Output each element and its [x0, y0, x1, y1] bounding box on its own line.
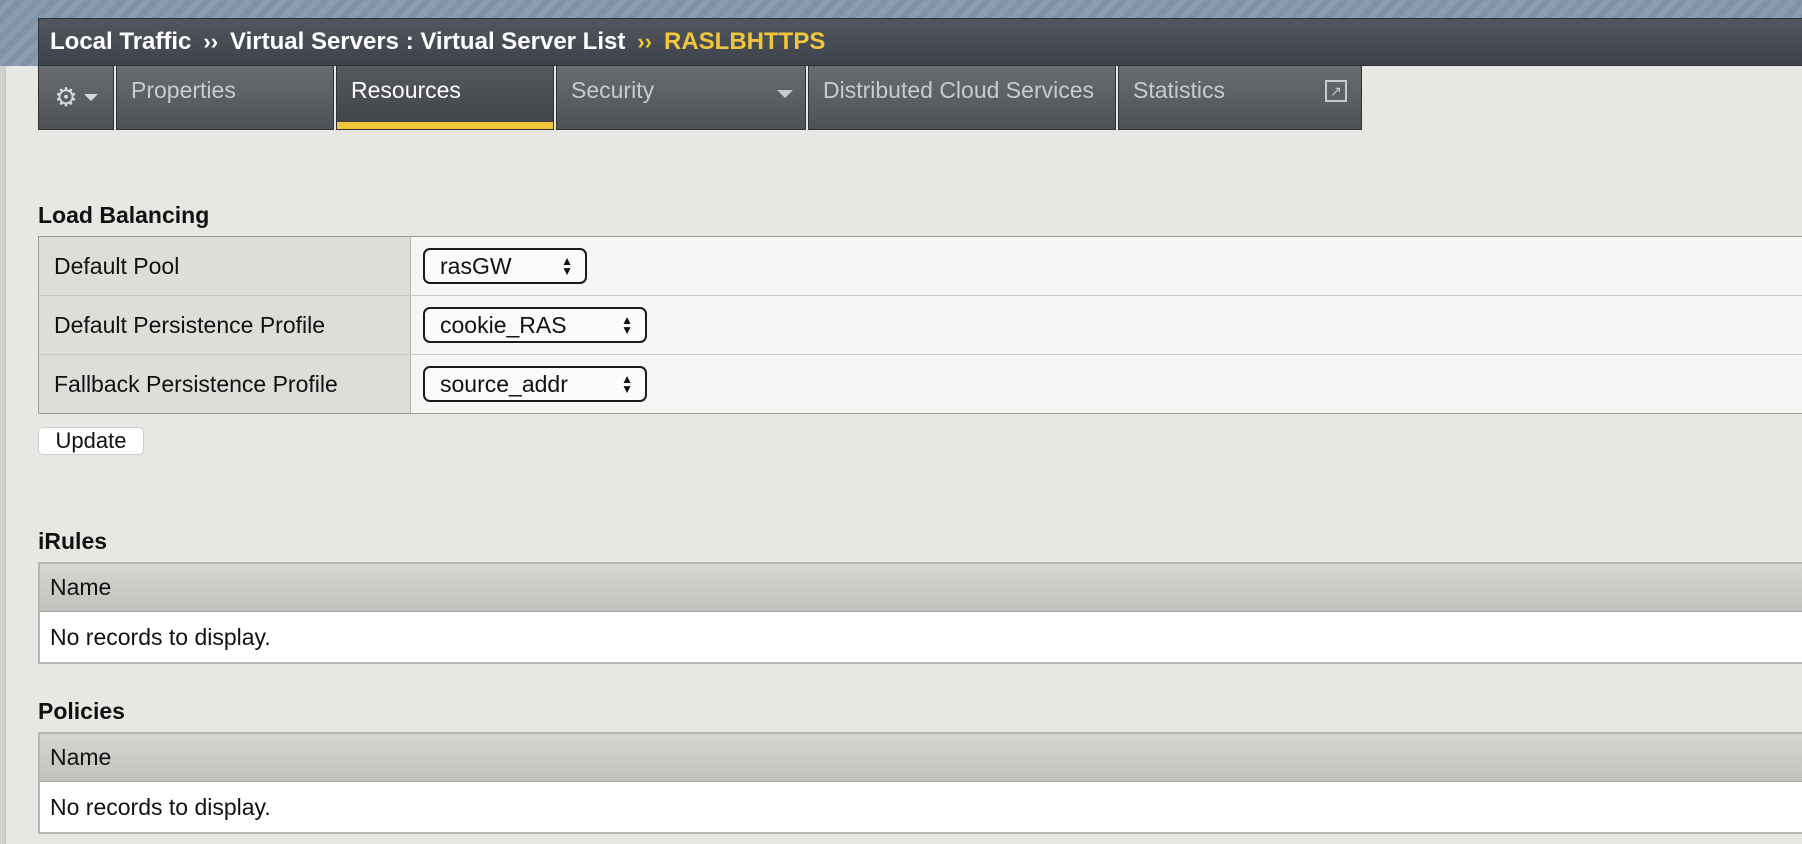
left-edge	[0, 66, 6, 844]
default-persistence-profile-label: Default Persistence Profile	[39, 296, 411, 354]
select-value: source_addr	[440, 370, 568, 397]
irules-empty-message: No records to display.	[40, 612, 1802, 662]
breadcrumb-current: RASLBHTTPS	[664, 28, 826, 55]
fallback-persistence-profile-label: Fallback Persistence Profile	[39, 355, 411, 413]
tab-label: Statistics	[1133, 77, 1226, 103]
select-value: rasGW	[440, 252, 512, 279]
table-row: Default Pool rasGW ▲ ▼	[39, 237, 1802, 296]
irules-table: Name No records to display.	[38, 562, 1802, 664]
gear-icon: ⚙	[54, 82, 78, 112]
policies-table: Name No records to display.	[38, 732, 1802, 834]
tab-label: Security	[571, 77, 655, 103]
default-persistence-profile-select[interactable]: cookie_RAS ▲ ▼	[423, 307, 647, 343]
load-balancing-heading: Load Balancing	[38, 202, 210, 228]
default-persistence-profile-cell: cookie_RAS ▲ ▼	[411, 296, 1802, 354]
policies-empty-message: No records to display.	[40, 782, 1802, 832]
tab-properties[interactable]: Properties	[116, 66, 334, 130]
external-link-icon[interactable]: ↗	[1325, 80, 1347, 102]
load-balancing-table: Default Pool rasGW ▲ ▼ Default Persistenc…	[38, 236, 1802, 414]
updown-arrows-icon: ▲ ▼	[621, 372, 633, 396]
updown-arrows-icon: ▲ ▼	[561, 254, 573, 278]
fallback-persistence-profile-cell: source_addr ▲ ▼	[411, 355, 1802, 413]
tab-gear-menu[interactable]: ⚙	[38, 66, 114, 130]
update-button[interactable]: Update	[38, 427, 144, 455]
policies-name-column-header[interactable]: Name	[40, 734, 1802, 782]
breadcrumb-separator: ››	[203, 29, 219, 54]
irules-heading: iRules	[38, 528, 108, 554]
default-pool-cell: rasGW ▲ ▼	[411, 237, 1802, 295]
chevron-down-icon	[83, 94, 98, 101]
tab-bar: ⚙ Properties Resources Security Distribu…	[38, 66, 1362, 130]
tab-label: Properties	[131, 77, 236, 103]
policies-heading: Policies	[38, 698, 125, 724]
irules-name-column-header[interactable]: Name	[40, 564, 1802, 612]
breadcrumb-local-traffic[interactable]: Local Traffic	[50, 28, 191, 56]
default-pool-label: Default Pool	[39, 237, 411, 295]
breadcrumb-separator: ››	[637, 29, 652, 54]
fallback-persistence-profile-select[interactable]: source_addr ▲ ▼	[423, 366, 647, 402]
updown-arrows-icon: ▲ ▼	[621, 313, 633, 337]
tab-security[interactable]: Security	[556, 66, 806, 130]
tab-distributed-cloud-services[interactable]: Distributed Cloud Services	[808, 66, 1116, 130]
tab-label: Resources	[351, 77, 461, 103]
tab-resources[interactable]: Resources	[336, 66, 554, 130]
table-row: Default Persistence Profile cookie_RAS ▲…	[39, 296, 1802, 355]
table-row: Fallback Persistence Profile source_addr…	[39, 355, 1802, 413]
default-pool-select[interactable]: rasGW ▲ ▼	[423, 248, 587, 284]
chevron-down-icon	[777, 90, 793, 98]
breadcrumb-virtual-server-list[interactable]: Virtual Servers : Virtual Server List	[230, 28, 625, 56]
breadcrumb: Local Traffic ›› Virtual Servers : Virtu…	[38, 18, 1802, 66]
tab-statistics[interactable]: Statistics ↗	[1118, 66, 1362, 130]
select-value: cookie_RAS	[440, 311, 567, 338]
tab-label: Distributed Cloud Services	[823, 77, 1095, 103]
